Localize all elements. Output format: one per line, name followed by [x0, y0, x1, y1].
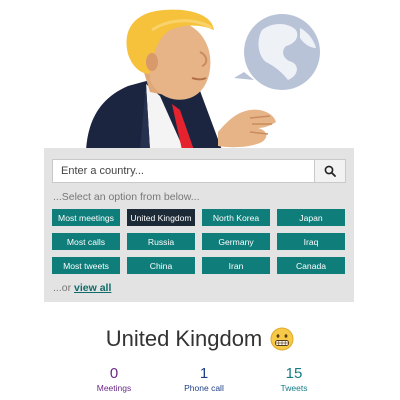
grimacing-face-icon — [270, 327, 294, 351]
option-japan[interactable]: Japan — [277, 209, 345, 226]
search-bar — [52, 159, 346, 183]
country-search-input[interactable] — [52, 159, 314, 183]
selected-country-name: United Kingdom — [105, 326, 263, 352]
option-united-kingdom[interactable]: United Kingdom — [127, 209, 195, 226]
phone-calls-count: 1 — [199, 365, 209, 382]
search-icon — [324, 165, 336, 177]
option-north-korea[interactable]: North Korea — [202, 209, 270, 226]
phone-calls-label: Phone call — [184, 383, 224, 393]
view-all-prefix: ...or — [53, 282, 75, 294]
globe-speech-bubble-icon — [234, 14, 320, 90]
tweets-label: Tweets — [280, 383, 308, 393]
view-all-row: ...or view all — [53, 282, 111, 294]
option-iran[interactable]: Iran — [202, 257, 270, 274]
option-canada[interactable]: Canada — [277, 257, 345, 274]
search-panel: ...Select an option from below... Most m… — [44, 148, 354, 302]
view-all-link[interactable]: view all — [74, 282, 111, 294]
option-most-meetings[interactable]: Most meetings — [52, 209, 120, 226]
result-heading: United Kingdom — [0, 325, 400, 352]
meetings-label: Meetings — [96, 383, 132, 393]
option-most-calls[interactable]: Most calls — [52, 233, 120, 250]
stat-tweets: 15 Tweets — [244, 366, 344, 394]
option-iraq[interactable]: Iraq — [277, 233, 345, 250]
header-illustration — [86, 9, 320, 150]
option-china[interactable]: China — [127, 257, 195, 274]
options-grid: Most meetings United Kingdom North Korea… — [52, 209, 346, 274]
stat-phone-calls: 1 Phone call — [154, 366, 254, 394]
stat-meetings: 0 Meetings — [64, 366, 164, 394]
tweets-count: 15 — [285, 365, 303, 382]
stats-row: 0 Meetings 1 Phone call 15 Tweets — [0, 366, 400, 396]
option-germany[interactable]: Germany — [202, 233, 270, 250]
option-russia[interactable]: Russia — [127, 233, 195, 250]
search-button[interactable] — [314, 159, 346, 183]
option-most-tweets[interactable]: Most tweets — [52, 257, 120, 274]
meetings-count: 0 — [109, 365, 119, 382]
figure-illustration — [86, 9, 276, 150]
select-hint-text: ...Select an option from below... — [53, 191, 200, 203]
